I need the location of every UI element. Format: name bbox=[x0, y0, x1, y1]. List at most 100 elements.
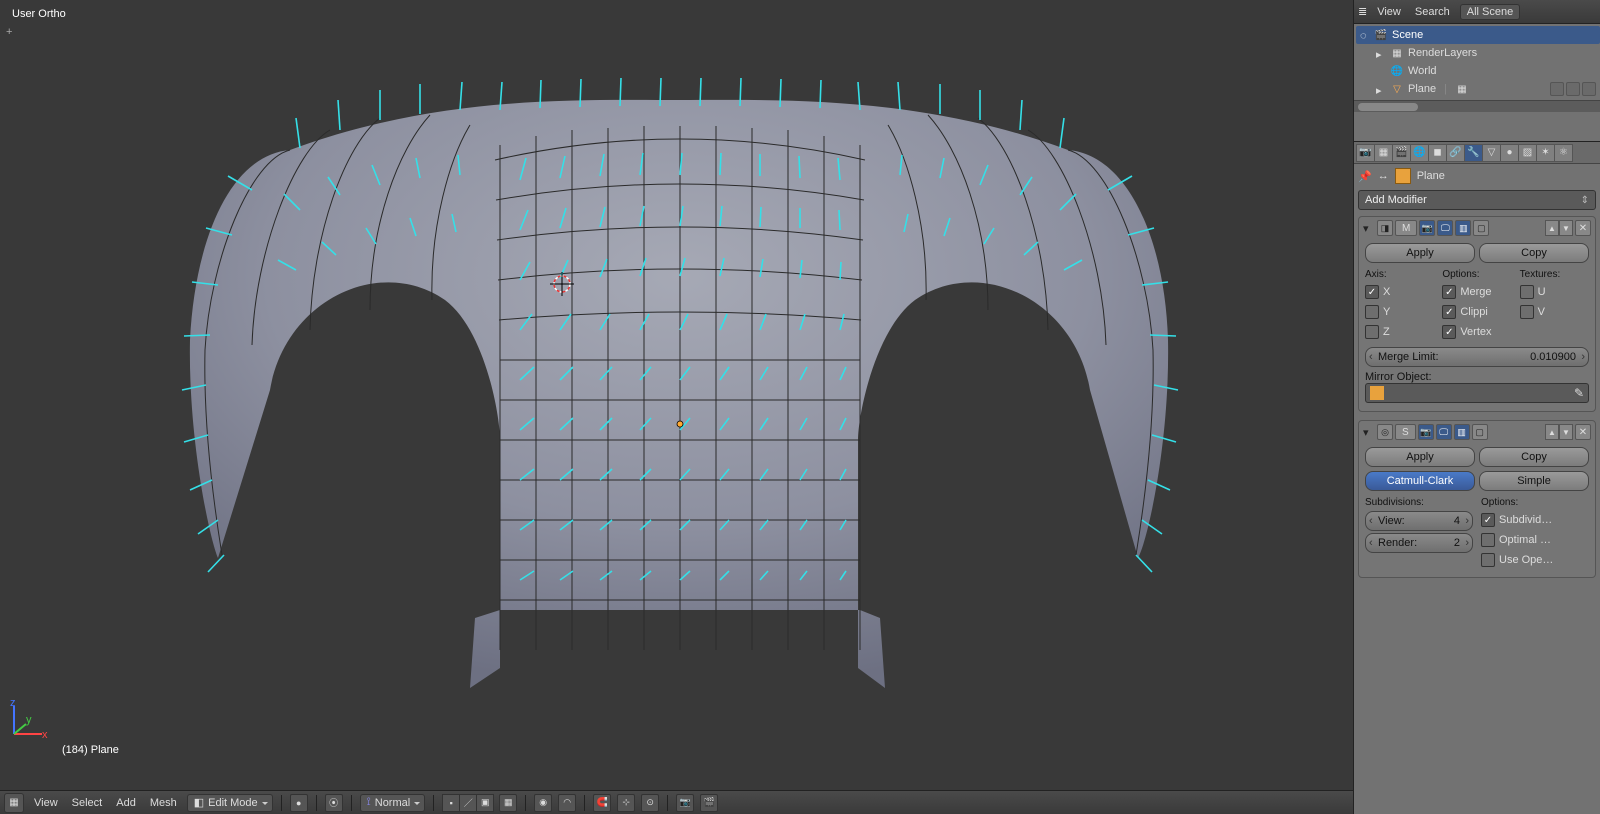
show-cage-icon[interactable]: ▢ bbox=[1473, 220, 1489, 236]
axis-z-label: Z bbox=[1383, 326, 1390, 338]
move-up-icon[interactable]: ▲ bbox=[1545, 220, 1559, 236]
modifier-name-mirror[interactable]: M bbox=[1395, 220, 1417, 236]
tab-scene[interactable]: 🎬 bbox=[1392, 144, 1411, 162]
tab-texture[interactable]: ▨ bbox=[1518, 144, 1537, 162]
move-down-icon[interactable]: ▼ bbox=[1559, 424, 1573, 440]
clip-checkbox[interactable] bbox=[1442, 305, 1456, 319]
eyedropper-icon[interactable]: ✎ bbox=[1574, 386, 1584, 400]
modifier-delete-icon[interactable]: ✕ bbox=[1575, 424, 1591, 440]
render-subdiv-label: Render: bbox=[1378, 537, 1417, 549]
tab-constraints[interactable]: 🔗 bbox=[1446, 144, 1465, 162]
tab-physics[interactable]: ⚛ bbox=[1554, 144, 1573, 162]
show-editmode-icon[interactable]: ▥ bbox=[1454, 424, 1470, 440]
show-cage-icon[interactable]: ▢ bbox=[1472, 424, 1488, 440]
axis-y-checkbox[interactable] bbox=[1365, 305, 1379, 319]
tab-modifiers[interactable]: 🔧 bbox=[1464, 144, 1483, 162]
apply-button[interactable]: Apply bbox=[1365, 447, 1475, 467]
axis-label: Axis: bbox=[1365, 269, 1434, 280]
modifier-delete-icon[interactable]: ✕ bbox=[1575, 220, 1591, 236]
outliner-world-row[interactable]: ▸ 🌐 World bbox=[1356, 62, 1600, 80]
move-up-icon[interactable]: ▲ bbox=[1545, 424, 1559, 440]
opensubdiv-checkbox[interactable] bbox=[1481, 553, 1495, 567]
tab-object[interactable]: ◼ bbox=[1428, 144, 1447, 162]
outliner-menu-view[interactable]: View bbox=[1373, 6, 1405, 18]
menu-select[interactable]: Select bbox=[68, 795, 107, 811]
restrict-select-icon[interactable] bbox=[1566, 82, 1580, 96]
snap-toggle-icon[interactable]: 🧲 bbox=[593, 794, 611, 812]
tex-u-label: U bbox=[1538, 286, 1546, 298]
orientation-selector[interactable]: ⟟ Normal bbox=[360, 794, 426, 812]
face-select-icon[interactable]: ▣ bbox=[476, 794, 494, 812]
tab-world[interactable]: 🌐 bbox=[1410, 144, 1429, 162]
panel-collapse-icon[interactable]: ▾ bbox=[1363, 426, 1375, 439]
outliner-scene-row[interactable]: ◌ 🎬 Scene bbox=[1356, 26, 1600, 44]
restrict-render-icon[interactable] bbox=[1582, 82, 1596, 96]
show-viewport-icon[interactable]: 🖵 bbox=[1436, 424, 1452, 440]
edge-select-icon[interactable]: ／ bbox=[459, 794, 477, 812]
copy-button[interactable]: Copy bbox=[1479, 447, 1589, 467]
axis-x-checkbox[interactable] bbox=[1365, 285, 1379, 299]
view-subdiv-field[interactable]: View: 4 bbox=[1365, 511, 1473, 531]
merge-limit-field[interactable]: Merge Limit: 0.010900 bbox=[1365, 347, 1589, 367]
outliner-menu-search[interactable]: Search bbox=[1411, 6, 1454, 18]
outliner-header: ≣ View Search All Scene bbox=[1354, 0, 1600, 24]
show-render-icon[interactable]: 📷 bbox=[1419, 220, 1435, 236]
outliner-object-row[interactable]: ▸ ▽ Plane | ▦ bbox=[1356, 80, 1600, 98]
falloff-icon[interactable]: ◠ bbox=[558, 794, 576, 812]
3d-viewport[interactable]: User Ortho (184) Plane + bbox=[0, 0, 1353, 790]
cube-icon: ◧ bbox=[194, 796, 204, 809]
show-viewport-icon[interactable]: 🖵 bbox=[1437, 220, 1453, 236]
proportional-edit-icon[interactable]: ◉ bbox=[534, 794, 552, 812]
copy-button[interactable]: Copy bbox=[1479, 243, 1589, 263]
menu-view[interactable]: View bbox=[30, 795, 62, 811]
apply-button[interactable]: Apply bbox=[1365, 243, 1475, 263]
vertex-checkbox[interactable] bbox=[1442, 325, 1456, 339]
limit-selection-icon[interactable]: ▦ bbox=[499, 794, 517, 812]
tab-render[interactable]: 📷 bbox=[1356, 144, 1375, 162]
optimal-display-checkbox[interactable] bbox=[1481, 533, 1495, 547]
snap-element-icon[interactable]: ⊹ bbox=[617, 794, 635, 812]
outliner[interactable]: ◌ 🎬 Scene ▸ ▦ RenderLayers ▸ 🌐 World ▸ ▽ bbox=[1354, 24, 1600, 142]
tex-u-checkbox[interactable] bbox=[1520, 285, 1534, 299]
render-subdiv-field[interactable]: Render: 2 bbox=[1365, 533, 1473, 553]
move-down-icon[interactable]: ▼ bbox=[1559, 220, 1573, 236]
merge-limit-label: Merge Limit: bbox=[1378, 351, 1439, 363]
menu-mesh[interactable]: Mesh bbox=[146, 795, 181, 811]
disclosure-icon: ▸ bbox=[1376, 48, 1386, 58]
orientation-label: Normal bbox=[375, 797, 410, 809]
pin-icon[interactable]: 📌 bbox=[1358, 170, 1372, 183]
axis-z-checkbox[interactable] bbox=[1365, 325, 1379, 339]
modifier-name-subsurf[interactable]: S bbox=[1395, 424, 1416, 440]
tab-material[interactable]: ● bbox=[1500, 144, 1519, 162]
opengl-render-anim-icon[interactable]: 🎬 bbox=[700, 794, 718, 812]
outliner-editor-type-selector[interactable]: ≣ bbox=[1358, 5, 1367, 18]
mode-selector[interactable]: ◧ Edit Mode bbox=[187, 794, 273, 812]
editor-type-selector[interactable]: ▦ bbox=[4, 793, 24, 813]
opengl-render-icon[interactable]: 📷 bbox=[676, 794, 694, 812]
catmull-clark-button[interactable]: Catmull-Clark bbox=[1365, 471, 1475, 491]
tab-renderlayers[interactable]: ▦ bbox=[1374, 144, 1393, 162]
outliner-display-mode[interactable]: All Scene bbox=[1460, 4, 1520, 20]
snap-target-icon[interactable]: ⊙ bbox=[641, 794, 659, 812]
outliner-renderlayers-row[interactable]: ▸ ▦ RenderLayers bbox=[1356, 44, 1600, 62]
simple-button[interactable]: Simple bbox=[1479, 471, 1589, 491]
add-modifier-dropdown[interactable]: Add Modifier bbox=[1358, 190, 1596, 210]
tab-particles[interactable]: ✶ bbox=[1536, 144, 1555, 162]
panel-collapse-icon[interactable]: ▾ bbox=[1363, 222, 1375, 235]
vertex-select-icon[interactable]: ▪ bbox=[442, 794, 460, 812]
mirror-object-field[interactable]: ✎ bbox=[1365, 383, 1589, 403]
subdivisions-label: Subdivisions: bbox=[1365, 497, 1473, 508]
outliner-scrollbar[interactable] bbox=[1354, 100, 1600, 112]
subdivide-uv-checkbox[interactable] bbox=[1481, 513, 1495, 527]
restrict-view-icon[interactable] bbox=[1550, 82, 1564, 96]
merge-checkbox[interactable] bbox=[1442, 285, 1456, 299]
shading-sphere-icon[interactable]: ● bbox=[290, 794, 308, 812]
app-root: User Ortho (184) Plane + bbox=[0, 0, 1600, 814]
pivot-selector[interactable]: ⦿ bbox=[325, 794, 343, 812]
show-render-icon[interactable]: 📷 bbox=[1418, 424, 1434, 440]
mesh-wireframe bbox=[0, 0, 1353, 790]
tex-v-checkbox[interactable] bbox=[1520, 305, 1534, 319]
menu-add[interactable]: Add bbox=[112, 795, 140, 811]
show-editmode-icon[interactable]: ▥ bbox=[1455, 220, 1471, 236]
tab-data[interactable]: ▽ bbox=[1482, 144, 1501, 162]
